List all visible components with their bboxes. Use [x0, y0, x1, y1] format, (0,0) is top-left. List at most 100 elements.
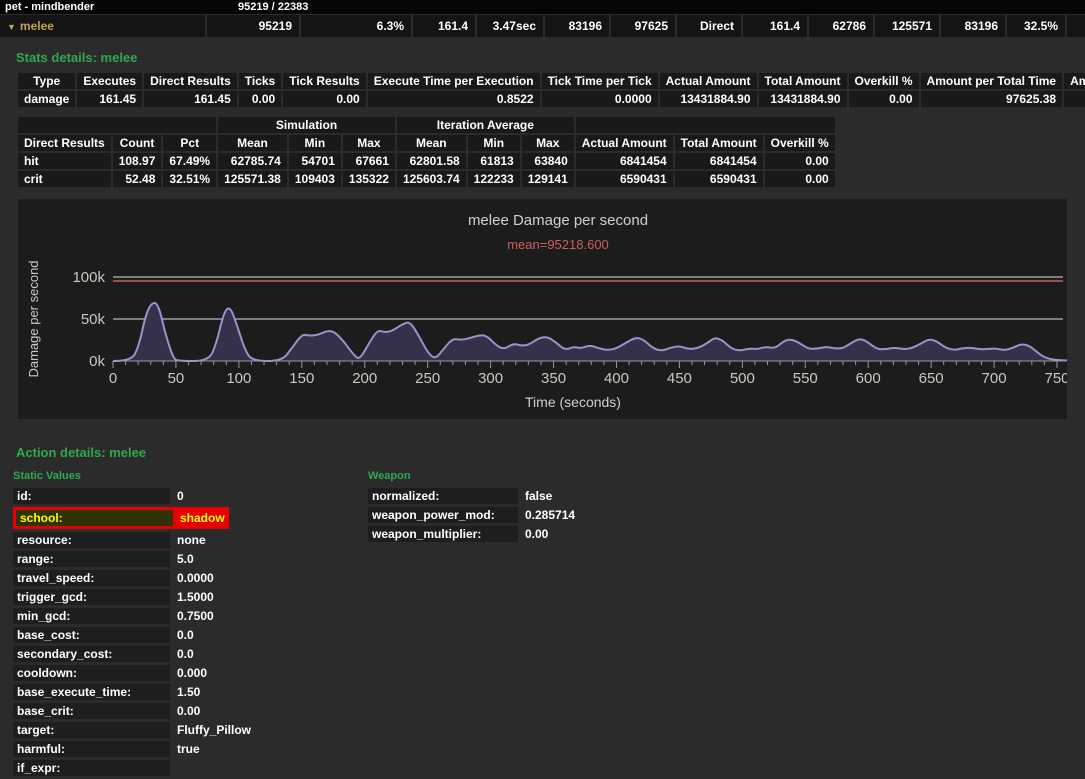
param-row-cooldown: cooldown: 0.000	[13, 665, 368, 681]
x-tick-label: 400	[604, 370, 629, 387]
action-details: Static Values id:0school:shadowresource:…	[13, 470, 1085, 779]
x-tick-label: 550	[793, 370, 818, 387]
stats-table-header-cell: Type	[18, 73, 75, 89]
param-label: base_execute_time:	[13, 684, 170, 700]
stats-table-header-cell: Direct Results	[144, 73, 237, 89]
results-cell: 52.48	[113, 171, 162, 187]
summary-cell: 161.4	[743, 15, 807, 37]
results-cell: 6590431	[675, 171, 763, 187]
stats-table-header-cell: Tick Results	[283, 73, 365, 89]
results-header-cell: Max	[343, 135, 395, 151]
param-row-min-gcd: min_gcd: 0.7500	[13, 608, 368, 624]
param-value: 0.285714	[525, 508, 575, 522]
results-group-header-cell: Simulation	[218, 117, 395, 133]
summary-cell: 97625	[611, 15, 675, 37]
stats-table-row: damage161.45161.450.000.000.85220.000013…	[18, 91, 1085, 107]
results-cell: 54701	[289, 153, 341, 169]
dps-area-fill	[113, 303, 1067, 361]
param-label: weapon_multiplier:	[368, 526, 518, 542]
param-value: 0.7500	[177, 609, 214, 623]
chart-title: melee Damage per second	[468, 212, 648, 229]
results-cell: 122233	[468, 171, 520, 187]
results-header-cell: Mean	[397, 135, 466, 151]
results-cell: 0.00	[765, 153, 835, 169]
param-value: true	[177, 742, 200, 756]
results-header-cell: Mean	[218, 135, 287, 151]
param-label: range:	[13, 551, 170, 567]
results-header-cell: Max	[522, 135, 574, 151]
param-label: resource:	[13, 532, 170, 548]
param-value: shadow	[180, 511, 225, 525]
x-tick-label: 600	[856, 370, 881, 387]
param-label: if_expr:	[13, 760, 170, 776]
stats-table-cell: 0.0000	[542, 91, 658, 107]
summary-cell: 161.4	[413, 15, 475, 37]
weapon-panel: Weapon normalized:falseweapon_power_mod:…	[368, 470, 575, 545]
param-value: false	[525, 489, 552, 503]
results-cell: 6841454	[576, 153, 673, 169]
stats-table-header-cell: Total Amount	[759, 73, 847, 89]
param-label: cooldown:	[13, 665, 170, 681]
results-cell: 62801.58	[397, 153, 466, 169]
player-dps-totals: 95219 / 22383	[238, 0, 308, 14]
results-cell: crit	[18, 171, 111, 187]
stats-table-header-cell: Tick Time per Tick	[542, 73, 658, 89]
summary-cell: Direct	[677, 15, 741, 37]
results-header-cell: Pct	[163, 135, 216, 151]
param-row-resource: resource:none	[13, 532, 368, 548]
param-row-weapon-power-mod: weapon_power_mod:0.285714	[368, 507, 575, 523]
param-label: normalized:	[368, 488, 518, 504]
stats-table-cell: 97625.38	[921, 91, 1063, 107]
results-cell: 125603.74	[397, 171, 466, 187]
stats-section-title: Stats details: melee	[16, 50, 1085, 65]
y-axis-title: Damage per second	[26, 260, 41, 377]
x-tick-label: 100	[226, 370, 251, 387]
results-header-cell: Min	[289, 135, 341, 151]
summary-cell: 6.3%	[301, 15, 411, 37]
param-row-travel-speed: travel_speed:0.0000	[13, 570, 368, 586]
results-cell: 62785.74	[218, 153, 287, 169]
stats-table-header-cell: Execute Time per Execution	[368, 73, 540, 89]
param-label: base_cost:	[13, 627, 170, 643]
stats-table-header-cell: Amount per Total Execute Time	[1064, 73, 1085, 89]
param-row-range: range: 5.0	[13, 551, 368, 567]
results-header-cell: Min	[468, 135, 520, 151]
x-tick-label: 750	[1044, 370, 1067, 387]
x-tick-label: 650	[919, 370, 944, 387]
param-label: secondary_cost:	[13, 646, 170, 662]
y-tick-label: 100k	[72, 269, 105, 286]
results-header-cell: Total Amount	[675, 135, 763, 151]
stats-table-cell: 13431884.90	[660, 91, 757, 107]
results-cell: 67.49%	[163, 153, 216, 169]
param-row-secondary-cost: secondary_cost:0.0	[13, 646, 368, 662]
chevron-down-icon: ▼	[7, 22, 16, 32]
param-label: min_gcd:	[13, 608, 170, 624]
summary-cell-empty	[1067, 15, 1085, 37]
x-tick-label: 300	[478, 370, 503, 387]
param-row-base-cost: base_cost: 0.0	[13, 627, 368, 643]
summary-cell: 3.47sec	[477, 15, 543, 37]
ability-toggle[interactable]: ▼melee	[0, 15, 205, 37]
x-axis-title: Time (seconds)	[525, 394, 621, 410]
y-tick-label: 0k	[89, 353, 105, 370]
results-row: hit108.9767.49%62785.74547016766162801.5…	[18, 153, 835, 169]
results-cell: 135322	[343, 171, 395, 187]
param-row-school: school:shadow	[13, 507, 229, 529]
stats-table-cell: 0.00	[239, 91, 281, 107]
param-value: 5.0	[177, 552, 194, 566]
results-header-cell: Actual Amount	[576, 135, 673, 151]
chart-mean-label: mean=95218.600	[507, 237, 609, 252]
results-cell: 61813	[468, 153, 520, 169]
param-value: 0.000	[177, 666, 207, 680]
summary-cell: 62786	[809, 15, 873, 37]
x-tick-label: 250	[415, 370, 440, 387]
stats-table-cell: 0.00	[849, 91, 919, 107]
param-value: 0.0	[177, 628, 194, 642]
player-summary-bar: pet - mindbender 95219 / 22383	[0, 0, 1085, 14]
results-cell: 32.51%	[163, 171, 216, 187]
stats-table-header-cell: Actual Amount	[660, 73, 757, 89]
action-section-title: Action details: melee	[16, 445, 1085, 460]
results-row: crit52.4832.51%125571.381094031353221256…	[18, 171, 835, 187]
param-value: 0	[177, 489, 184, 503]
summary-cell: 83196	[941, 15, 1005, 37]
